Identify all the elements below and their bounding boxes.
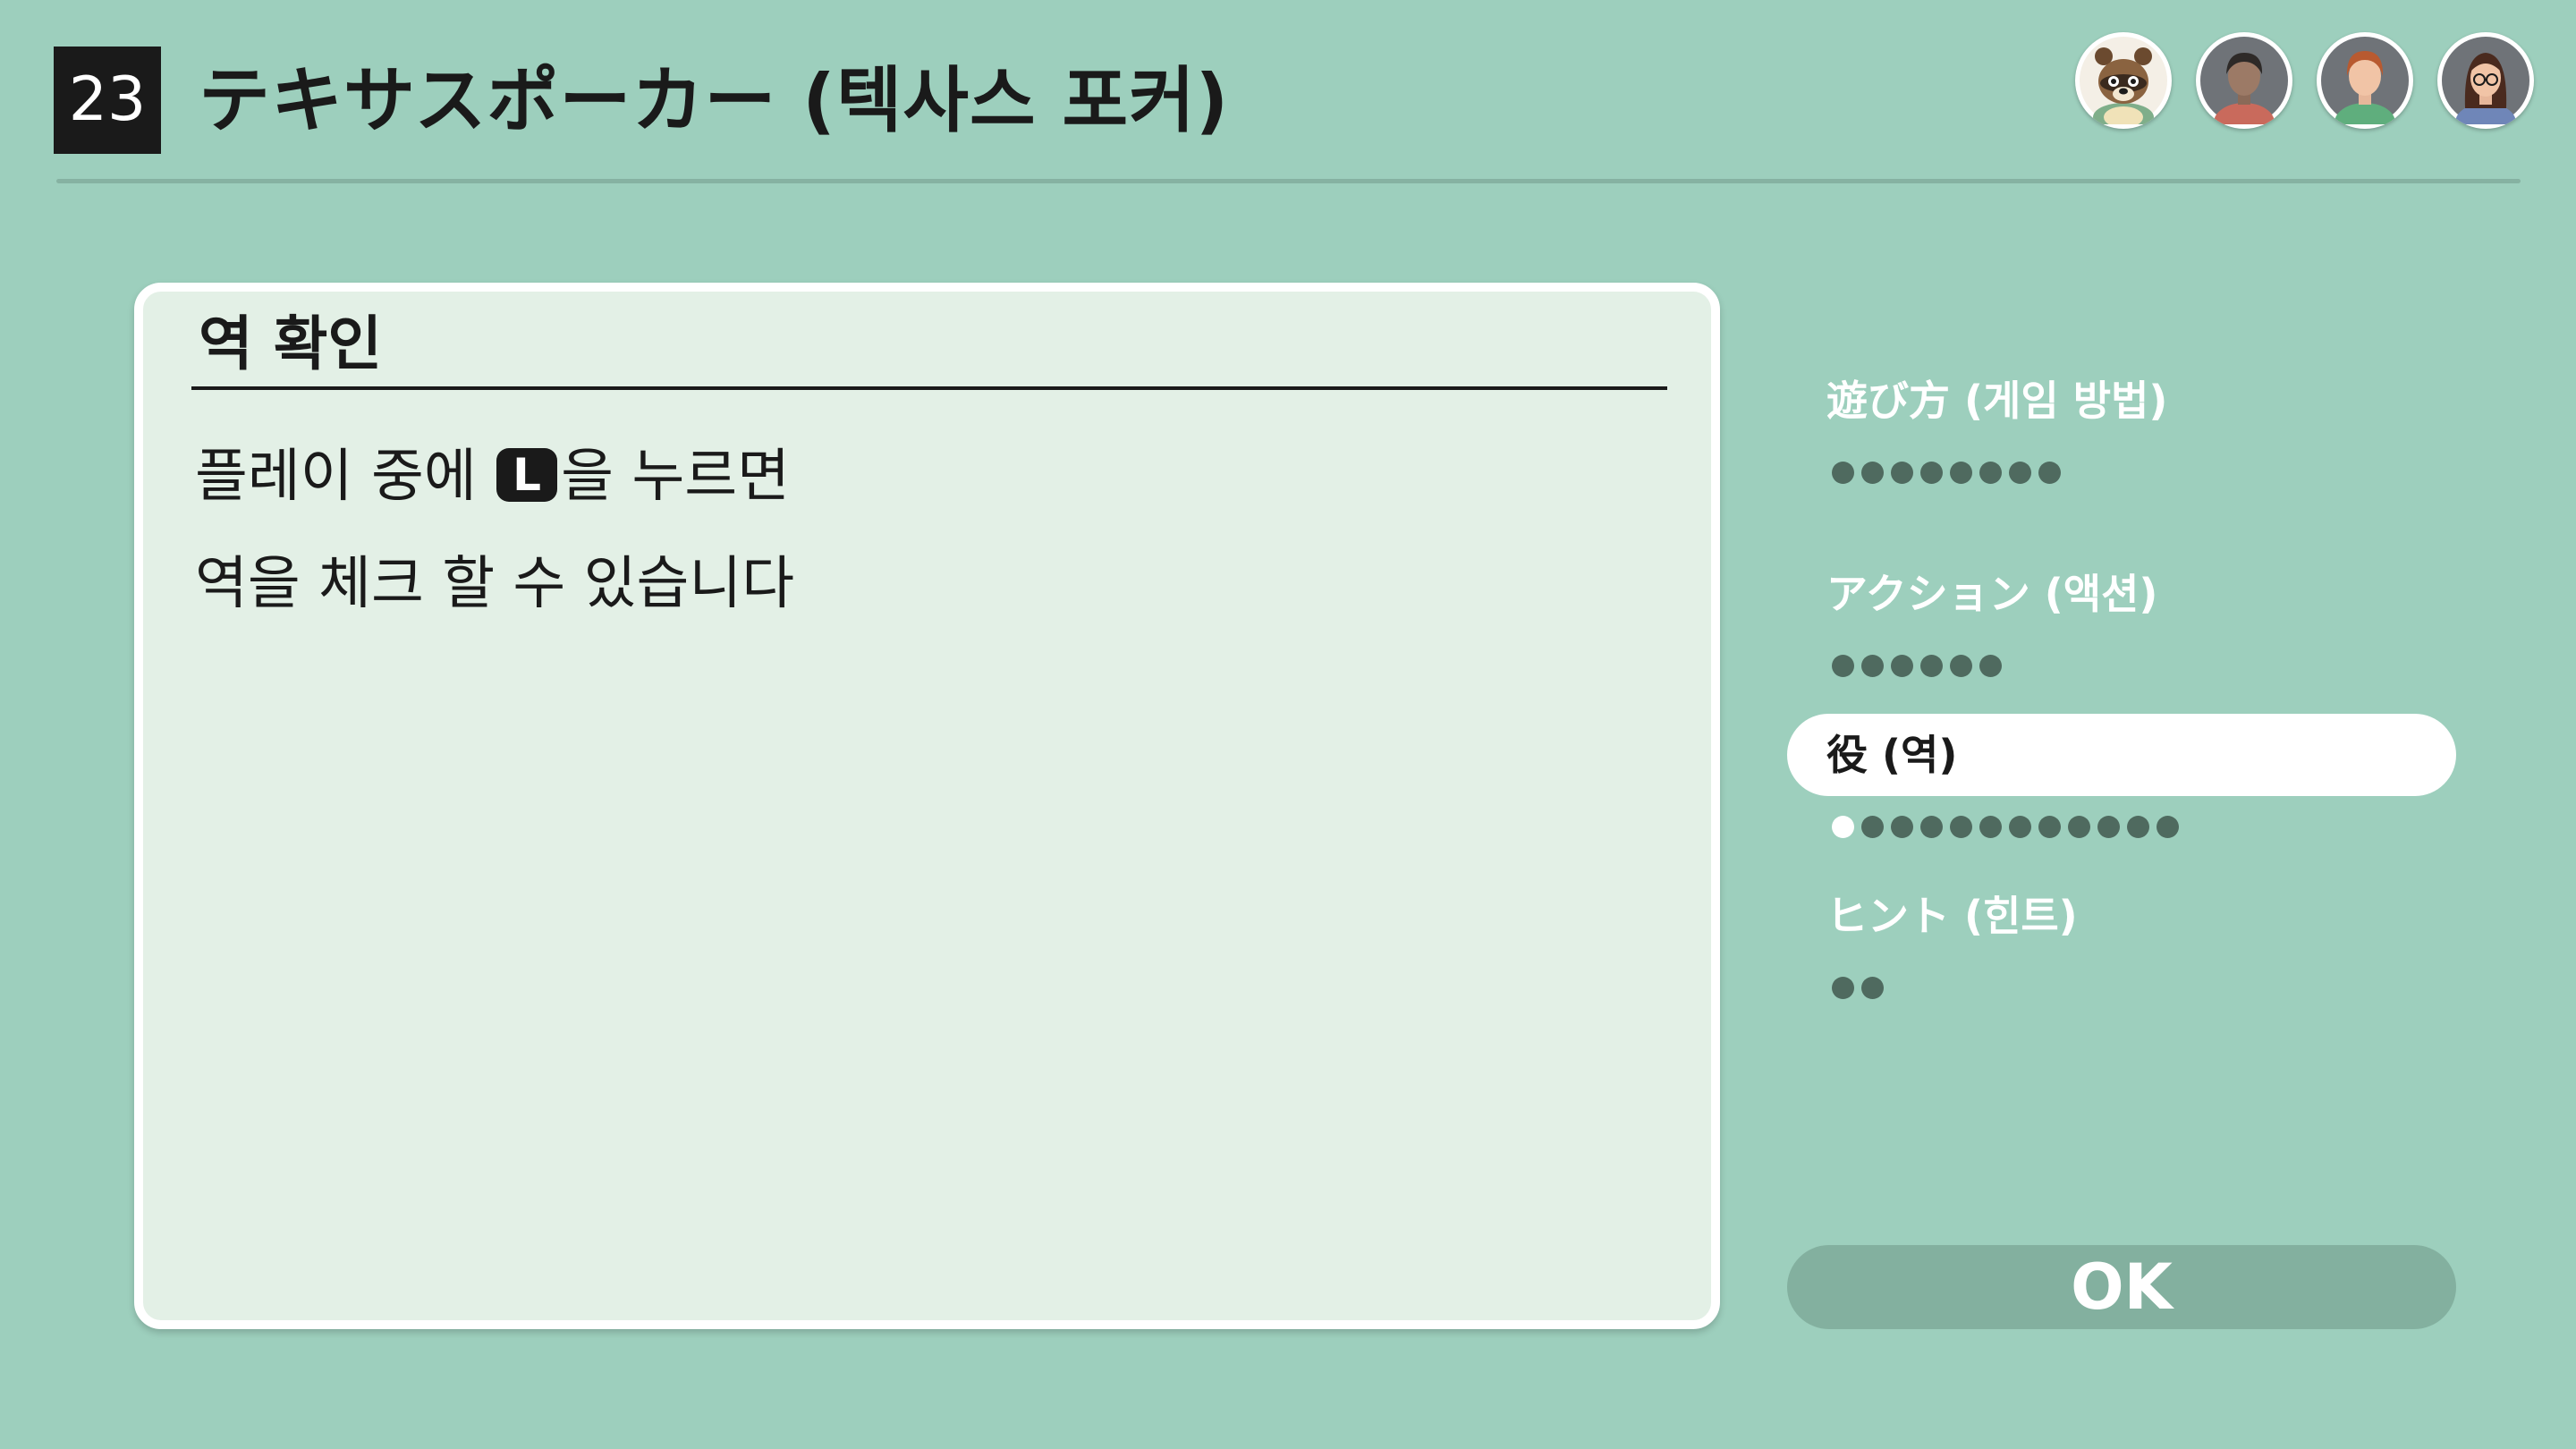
page-dot — [2127, 816, 2149, 838]
info-panel: 역 확인 플레이 중에 L을 누르면 역을 체크 할 수 있습니다 — [134, 283, 1720, 1329]
page-dots-hands — [1832, 816, 2179, 838]
menu-item-actions[interactable]: アクション (액션) — [1787, 553, 2456, 635]
page-dot — [1979, 816, 2002, 838]
page-dot — [1861, 977, 1884, 999]
page-dots-hints — [1832, 977, 1884, 999]
page-dot — [1891, 655, 1913, 677]
page-dot — [1950, 655, 1972, 677]
page-dot — [1861, 816, 1884, 838]
page-dots-how-to-play — [1832, 462, 2061, 484]
menu-item-hands[interactable]: 役 (역) — [1787, 714, 2456, 796]
player-avatar-dark-hair — [2196, 32, 2292, 129]
page-dot — [1979, 462, 2002, 484]
panel-divider — [191, 386, 1667, 390]
page-dot — [1920, 816, 1943, 838]
page-dot-current — [1832, 816, 1854, 838]
tom-nook-avatar — [2075, 32, 2172, 129]
panel-text-line-1: 플레이 중에 L을 누르면 — [195, 436, 790, 517]
panel-text-line-1-end: 을 누르면 — [561, 444, 790, 510]
page-dot — [2157, 816, 2179, 838]
player-avatar-glasses — [2437, 32, 2534, 129]
page-dot — [2009, 816, 2031, 838]
page-dot — [2038, 462, 2061, 484]
page-dot — [2068, 816, 2090, 838]
page-dot — [1891, 816, 1913, 838]
page-dot — [1979, 655, 2002, 677]
page-dot — [1920, 655, 1943, 677]
page-dot — [2097, 816, 2120, 838]
player-avatar-auburn-hair — [2317, 32, 2413, 129]
page-dots-actions — [1832, 655, 2002, 677]
page-dot — [1861, 655, 1884, 677]
game-title: テキサスポーカー (텍사스 포커) — [199, 59, 1230, 142]
page-dot — [2038, 816, 2061, 838]
page-dot — [1950, 462, 1972, 484]
ok-button[interactable]: OK — [1787, 1245, 2456, 1329]
page-dot — [1950, 816, 1972, 838]
player-avatars — [2075, 32, 2534, 129]
panel-title: 역 확인 — [199, 309, 383, 378]
panel-text-line-2: 역을 체크 할 수 있습니다 — [195, 551, 795, 617]
page-dot — [1832, 462, 1854, 484]
page-dot — [1891, 462, 1913, 484]
page-dot — [2009, 462, 2031, 484]
header-divider — [56, 179, 2521, 183]
l-button-icon: L — [496, 448, 558, 502]
menu-item-how-to-play[interactable]: 遊び方 (게임 방법) — [1787, 360, 2456, 442]
page-dot — [1861, 462, 1884, 484]
panel-text-line-1-start: 플레이 중에 — [195, 444, 496, 510]
page-dot — [1920, 462, 1943, 484]
page-dot — [1832, 977, 1854, 999]
page-dot — [1832, 655, 1854, 677]
game-number-badge: 23 — [54, 47, 161, 154]
menu-item-hints[interactable]: ヒント (힌트) — [1787, 875, 2456, 957]
